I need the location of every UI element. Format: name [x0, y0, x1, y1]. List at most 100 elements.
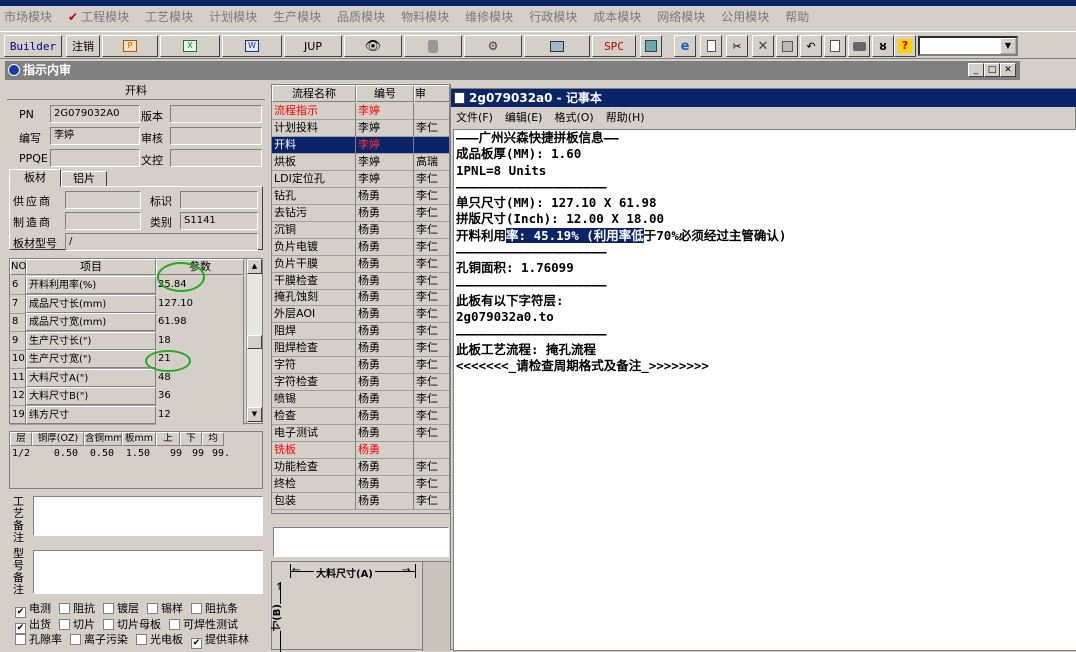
flow-row[interactable]: 字符 杨勇 李仁	[272, 357, 450, 375]
model-field[interactable]: /	[65, 233, 258, 251]
excel-button[interactable]: X	[160, 35, 220, 57]
ie-button[interactable]: e	[674, 35, 696, 57]
param-value[interactable]: 36	[156, 387, 244, 406]
param-row[interactable]: 12 大料尺寸B(") 36	[10, 387, 244, 406]
flow-row[interactable]: 钻孔 杨勇 李仁	[272, 187, 450, 205]
control-field[interactable]	[170, 149, 262, 167]
checked-box-icon[interactable]: ✔	[191, 638, 202, 649]
notepad-menu-format[interactable]: 格式(O)	[554, 109, 593, 125]
checkbox-0-1[interactable]: 阻抗	[59, 602, 95, 615]
flow-row[interactable]: 烘板 李婷 高瑞	[272, 153, 450, 171]
param-value[interactable]: 18	[156, 331, 244, 351]
save-button[interactable]	[776, 35, 798, 57]
database-button[interactable]	[404, 35, 462, 57]
scroll-thumb[interactable]	[247, 335, 262, 349]
param-row[interactable]: 10 生产尺寸宽(") 21	[10, 350, 244, 369]
checkbox-2-1[interactable]: 离子污染	[70, 633, 128, 646]
menu-process[interactable]: 工艺模块	[145, 8, 193, 25]
flow-row[interactable]: 阻焊 杨勇 李仁	[272, 323, 450, 341]
param-row[interactable]: 11 大料尺寸A(") 48	[10, 368, 244, 388]
checkbox-0-0[interactable]: ✔ 电测	[15, 602, 51, 618]
unchecked-box-icon[interactable]	[191, 603, 202, 614]
menu-market[interactable]: 市场模块	[4, 8, 52, 25]
menu-plan[interactable]: 计划模块	[209, 8, 257, 25]
notepad-menu-file[interactable]: 文件(F)	[456, 109, 493, 125]
flow-row[interactable]: 铣板 杨勇	[272, 442, 450, 459]
checkbox-1-1[interactable]: 切片	[59, 618, 95, 631]
flow-row[interactable]: 干膜检查 杨勇 李仁	[272, 272, 450, 290]
builder-button[interactable]: Builder	[4, 35, 62, 57]
unchecked-box-icon[interactable]	[15, 634, 26, 645]
flow-row[interactable]: 功能检查 杨勇 李仁	[272, 458, 450, 476]
maximize-button[interactable]: □	[984, 63, 1000, 77]
flow-row[interactable]: 外层AOI 杨勇 李仁	[272, 306, 450, 324]
flow-row[interactable]: 字符检查 杨勇 李仁	[272, 374, 450, 392]
logout-button[interactable]: 注销	[66, 35, 100, 57]
menu-help[interactable]: 帮助	[785, 8, 809, 25]
calc-button[interactable]	[640, 35, 662, 57]
pn-field[interactable]: 2G079032A0	[50, 105, 140, 123]
unchecked-box-icon[interactable]	[59, 618, 70, 630]
undo-button[interactable]: ↶	[800, 35, 822, 57]
flow-row[interactable]: 负片电镀 杨勇 李仁	[272, 238, 450, 256]
tab-aluminum[interactable]: 铝片	[61, 171, 107, 187]
menu-cost[interactable]: 成本模块	[593, 8, 641, 25]
flow-row[interactable]: 终检 杨勇 李仁	[272, 475, 450, 493]
unchecked-box-icon[interactable]	[169, 618, 180, 630]
menu-material[interactable]: 物料模块	[401, 8, 449, 25]
checkbox-2-2[interactable]: 光电板	[136, 633, 183, 646]
checkbox-2-3[interactable]: ✔ 提供菲林	[191, 633, 249, 649]
category-field[interactable]: S1141	[180, 212, 258, 230]
toolbar-combo[interactable]: ▼	[918, 36, 1018, 56]
flow-row[interactable]: 阻焊检查 杨勇 李仁	[272, 340, 450, 358]
eye-button[interactable]: 👁	[344, 35, 402, 57]
param-value[interactable]: 127.10	[156, 294, 244, 314]
flow-row[interactable]: 电子测试 杨勇 李仁	[272, 425, 450, 443]
checkbox-0-2[interactable]: 镀层	[103, 602, 139, 615]
tab-board[interactable]: 板材	[9, 169, 61, 187]
notepad-menu-edit[interactable]: 编辑(E)	[505, 109, 543, 125]
minimize-button[interactable]: _	[968, 63, 984, 77]
notepad-text-area[interactable]: ———广州兴森快捷拼板信息—— 成品板厚(MM): 1.60 1PNL=8 Unit…	[453, 129, 1076, 651]
unchecked-box-icon[interactable]	[70, 634, 81, 645]
mark-field[interactable]	[180, 191, 258, 209]
notepad-menu-help[interactable]: 帮助(H)	[606, 109, 645, 125]
param-row[interactable]: 19 纬方尺寸 12	[10, 405, 244, 425]
checkbox-1-0[interactable]: ✔ 出货	[15, 618, 51, 634]
flow-row[interactable]: 检查 杨勇 李仁	[272, 408, 450, 426]
checkbox-1-2[interactable]: 切片母板	[103, 618, 161, 631]
checkbox-0-4[interactable]: 阻抗条	[191, 602, 238, 615]
flow-row[interactable]: 去钻污 杨勇 李仁	[272, 204, 450, 222]
flow-row[interactable]: 计划投料 李婷 李仁	[272, 119, 450, 137]
checkbox-0-3[interactable]: 锡样	[147, 602, 183, 615]
flow-note-input[interactable]	[273, 527, 449, 557]
checkbox-2-0[interactable]: 孔隙率	[15, 633, 62, 646]
computer-button[interactable]	[524, 35, 590, 57]
print-button[interactable]	[848, 35, 870, 57]
flow-row[interactable]: 掩孔蚀刻 杨勇 李仁	[272, 289, 450, 307]
menu-admin[interactable]: 行政模块	[529, 8, 577, 25]
scroll-down-icon[interactable]: ▼	[247, 407, 262, 422]
unchecked-box-icon[interactable]	[136, 634, 147, 645]
checkbox-1-3[interactable]: 可焊性测试	[169, 618, 238, 631]
param-row[interactable]: 8 成品尺寸宽(mm) 61.98	[10, 313, 244, 332]
unchecked-box-icon[interactable]	[147, 603, 158, 614]
flow-row[interactable]: 喷锡 杨勇 李仁	[272, 391, 450, 409]
maker-field[interactable]	[65, 212, 141, 230]
menu-public[interactable]: 公用模块	[721, 8, 769, 25]
author-field[interactable]: 李婷	[50, 127, 140, 145]
unchecked-box-icon[interactable]	[103, 603, 114, 614]
jup-button[interactable]: JUP	[284, 35, 342, 57]
menu-engineering[interactable]: ✔ 工程模块	[68, 8, 129, 25]
param-row[interactable]: 9 生产尺寸长(") 18	[10, 331, 244, 351]
menu-quality[interactable]: 品质模块	[337, 8, 385, 25]
review-field[interactable]	[170, 127, 262, 145]
flow-row[interactable]: 流程指示 李婷	[272, 103, 450, 120]
param-row[interactable]: 7 成品尺寸长(mm) 127.10	[10, 294, 244, 314]
param-scrollbar[interactable]: ▲ ▼	[246, 259, 262, 423]
flow-row[interactable]: LDI定位孔 李婷 李仁	[272, 170, 450, 188]
find-button[interactable]: ȣ	[872, 35, 894, 57]
chevron-down-icon[interactable]: ▼	[1000, 38, 1016, 54]
preview-button[interactable]	[824, 35, 846, 57]
scroll-up-icon[interactable]: ▲	[247, 259, 262, 274]
